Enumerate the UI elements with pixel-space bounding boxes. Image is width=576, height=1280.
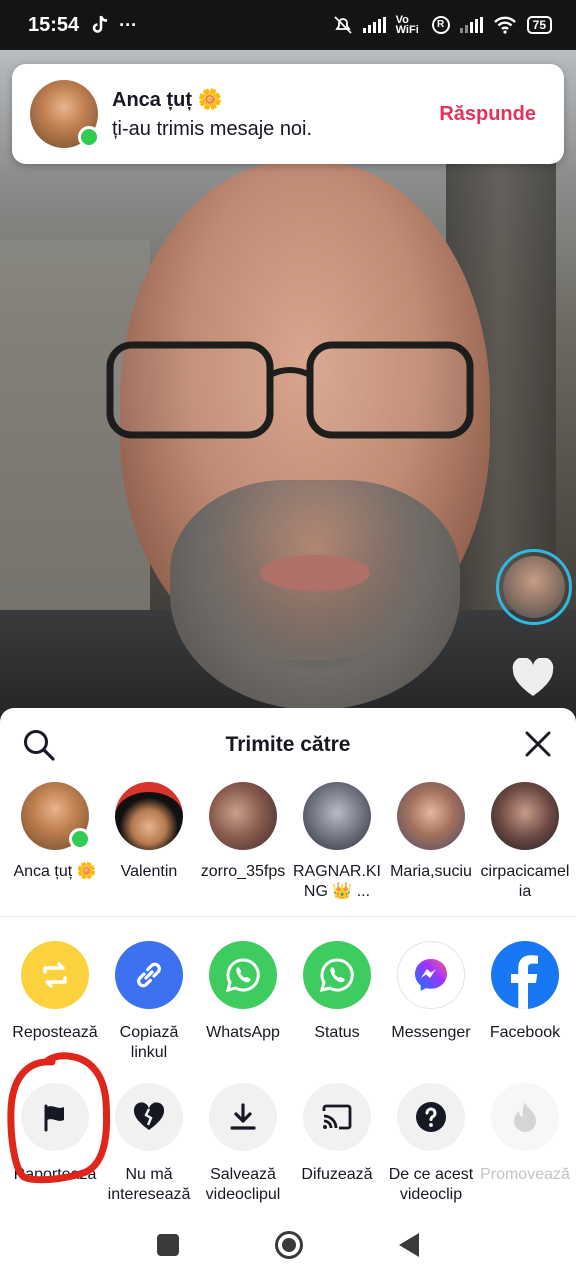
save-video-button[interactable]: Salvează videoclipul <box>196 1083 290 1205</box>
whatsapp-status-button[interactable]: Status <box>290 941 384 1063</box>
contact-item[interactable]: Anca țuț 🌼 <box>8 782 102 916</box>
vowifi-label: Vo WiFi <box>395 14 419 36</box>
signal-bars-icon <box>362 17 386 33</box>
facebook-icon <box>491 941 559 1009</box>
reply-button[interactable]: Răspunde <box>439 103 536 126</box>
tiktok-icon <box>92 15 108 33</box>
message-notification[interactable]: Anca țuț 🌼 ți-au trimis mesaje noi. Răsp… <box>12 64 564 164</box>
online-indicator <box>69 828 91 850</box>
contact-item[interactable]: zorro_35fps <box>196 782 290 916</box>
copy-link-label: Copiază linkul <box>119 1024 179 1061</box>
cast-label: Difuzează <box>301 1166 373 1183</box>
share-sheet-header: Trimite către <box>0 708 576 782</box>
facebook-label: Facebook <box>489 1024 561 1041</box>
whatsapp-icon <box>209 941 277 1009</box>
whatsapp-status-label: Status <box>314 1024 360 1041</box>
repost-label: Repostează <box>12 1024 98 1041</box>
notification-avatar <box>30 80 100 148</box>
question-icon <box>397 1083 465 1151</box>
download-icon <box>209 1083 277 1151</box>
like-heart-icon[interactable] <box>511 658 555 698</box>
contact-name: Valentin <box>120 863 178 880</box>
contact-name: Maria,suciu <box>390 863 472 880</box>
repost-icon <box>21 941 89 1009</box>
copy-link-button[interactable]: Copiază linkul <box>102 941 196 1063</box>
recents-button[interactable] <box>157 1234 179 1256</box>
why-this-video-label: De ce acest videoclip <box>388 1166 474 1203</box>
video-beard <box>170 480 460 710</box>
signal-bars-2-icon <box>459 17 483 33</box>
report-label: Raportează <box>13 1166 97 1183</box>
more-notifications-icon: ··· <box>119 14 138 35</box>
contact-list: Anca țuț 🌼 Valentin zorro_35fps RAGNAR.K… <box>0 782 576 916</box>
contact-avatar <box>21 782 91 850</box>
flag-icon <box>21 1083 89 1151</box>
contact-item[interactable]: Maria,suciu <box>384 782 478 916</box>
flame-icon <box>491 1083 559 1151</box>
search-icon[interactable] <box>22 728 56 762</box>
roaming-icon: R <box>431 16 450 34</box>
contact-item[interactable]: cirpacicamelia <box>478 782 572 916</box>
not-interested-button[interactable]: Nu mă interesează <box>102 1083 196 1205</box>
back-button[interactable] <box>399 1233 419 1257</box>
share-sheet-title: Trimite către <box>225 733 351 756</box>
repost-button[interactable]: Repostează <box>8 941 102 1063</box>
notification-sender: Anca țuț 🌼 <box>112 89 223 111</box>
contact-name: Anca țuț 🌼 <box>13 863 97 880</box>
facebook-button[interactable]: Facebook <box>478 941 572 1063</box>
whatsapp-label: WhatsApp <box>206 1024 280 1041</box>
contact-name: cirpacicamelia <box>480 863 570 900</box>
cast-button[interactable]: Difuzează <box>290 1083 384 1205</box>
contact-item[interactable]: Valentin <box>102 782 196 916</box>
whatsapp-status-icon <box>303 941 371 1009</box>
battery-icon: 75 <box>526 16 552 34</box>
close-icon[interactable] <box>524 730 552 758</box>
promote-label: Promovează <box>480 1166 570 1183</box>
broken-heart-icon <box>115 1083 183 1151</box>
contact-avatar <box>491 782 559 850</box>
link-icon <box>115 941 183 1009</box>
video-glasses <box>106 341 474 439</box>
messenger-button[interactable]: Messenger <box>384 941 478 1063</box>
save-video-label: Salvează videoclipul <box>205 1166 281 1203</box>
why-this-video-button[interactable]: De ce acest videoclip <box>384 1083 478 1205</box>
share-app-row: Repostează Copiază linkul WhatsApp Statu… <box>0 917 576 1063</box>
report-button[interactable]: Raportează <box>8 1083 102 1205</box>
contact-name: RAGNAR.KING 👑 ... <box>292 863 381 900</box>
status-bar: 15:54 ··· Vo WiFi R 75 <box>0 0 576 50</box>
contact-avatar <box>209 782 277 850</box>
share-sheet: Trimite către Anca țuț 🌼 Valentin zorro_… <box>0 708 576 1280</box>
status-time: 15:54 <box>28 13 80 36</box>
not-interested-label: Nu mă interesează <box>107 1166 191 1203</box>
creator-avatar[interactable] <box>496 549 572 625</box>
promote-button[interactable]: Promovează <box>478 1083 572 1205</box>
contact-name: zorro_35fps <box>200 863 286 880</box>
messenger-icon <box>397 941 465 1009</box>
contact-item[interactable]: RAGNAR.KING 👑 ... <box>290 782 384 916</box>
system-nav-bar <box>0 1210 576 1280</box>
contact-avatar <box>397 782 465 850</box>
whatsapp-button[interactable]: WhatsApp <box>196 941 290 1063</box>
muted-bell-icon <box>334 16 352 34</box>
contact-avatar <box>115 782 183 850</box>
notification-message: ți-au trimis mesaje noi. <box>112 118 313 140</box>
online-indicator <box>78 126 100 148</box>
video-mouth <box>260 555 370 591</box>
messenger-label: Messenger <box>391 1024 471 1041</box>
contact-avatar <box>303 782 371 850</box>
tool-row: Raportează Nu mă interesează Salvează vi… <box>0 1063 576 1205</box>
home-button[interactable] <box>275 1231 303 1259</box>
wifi-icon <box>493 16 516 34</box>
cast-icon <box>303 1083 371 1151</box>
